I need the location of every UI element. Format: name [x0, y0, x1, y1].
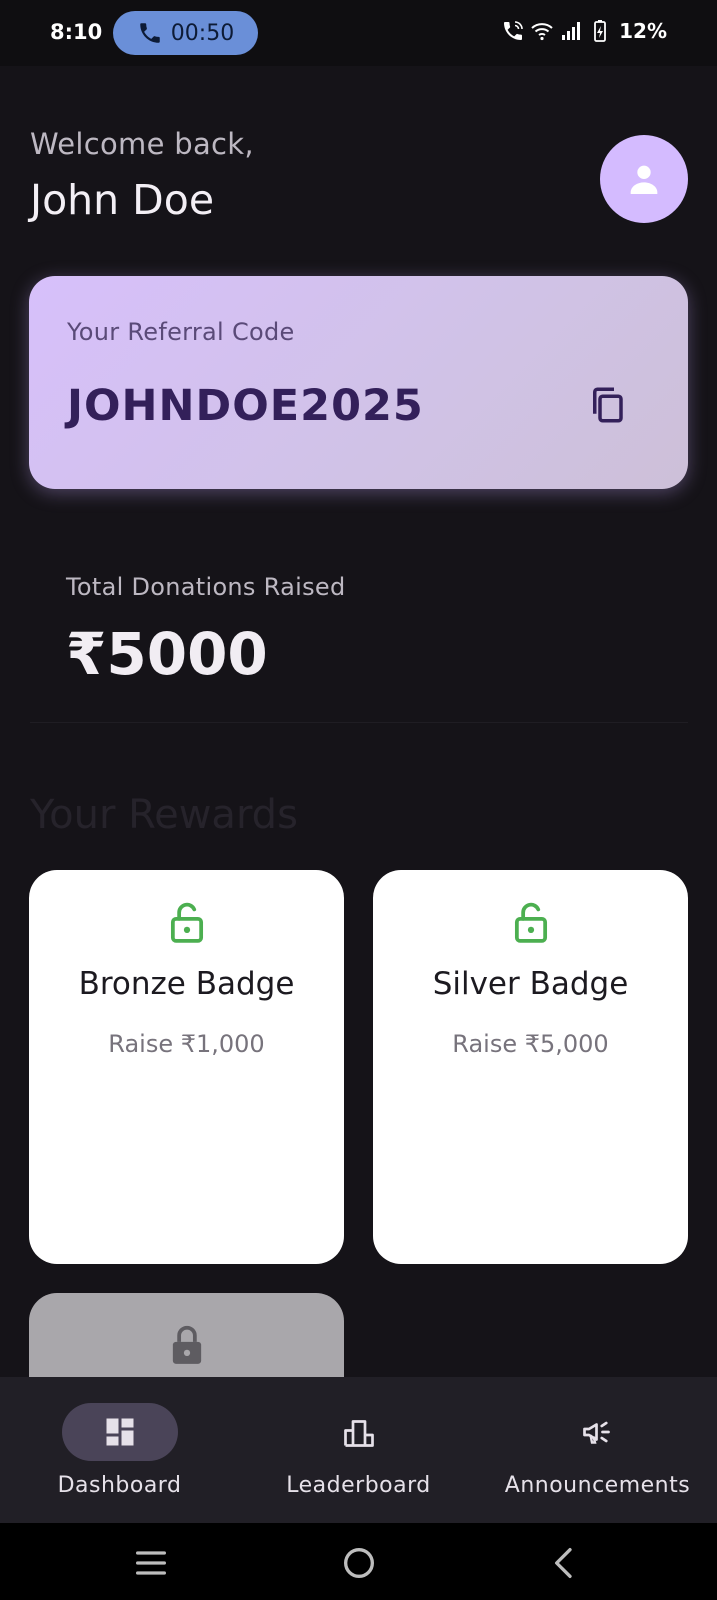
dashboard-icon: [106, 1418, 133, 1446]
referral-code: JOHNDOE2025: [67, 381, 424, 431]
status-icons: 12%: [501, 19, 667, 43]
call-status-icon: [504, 21, 523, 40]
battery-percentage: 12%: [619, 19, 667, 43]
back-button[interactable]: [545, 1543, 585, 1583]
donations-value: ₹5000: [66, 620, 268, 688]
nav-item-dashboard[interactable]: Dashboard: [0, 1377, 239, 1523]
lock-open-icon: [512, 900, 550, 944]
nav-indicator: [61, 1403, 178, 1461]
campaign-icon: [582, 1421, 610, 1444]
status-bar: 8:10 00:50 12%: [0, 0, 717, 66]
system-navigation-bar: [0, 1523, 717, 1600]
copy-icon: [593, 387, 623, 423]
badge-goal: Raise ₹5,000: [452, 1030, 609, 1058]
nav-label: Announcements: [504, 1473, 691, 1498]
lock-open-icon: [168, 900, 206, 944]
divider: [30, 722, 688, 723]
referral-label: Your Referral Code: [67, 318, 295, 346]
bottom-navigation: Dashboard Leaderboard Announcements: [0, 1377, 717, 1523]
copy-code-button[interactable]: [584, 382, 630, 428]
user-name: John Doe: [30, 176, 215, 224]
rewards-title: Your Rewards: [30, 792, 298, 838]
leaderboard-icon: [343, 1420, 374, 1447]
status-time: 8:10: [50, 20, 103, 44]
donations-label: Total Donations Raised: [66, 573, 346, 601]
reward-card-bronze[interactable]: Bronze Badge Raise ₹1,000: [29, 870, 344, 1264]
person-icon: [630, 165, 658, 194]
signal-icon: [562, 22, 581, 40]
ongoing-call-chip[interactable]: 00:50: [113, 11, 258, 55]
home-icon: [344, 1548, 374, 1578]
badge-goal: Raise ₹1,000: [108, 1030, 265, 1058]
recents-icon: [136, 1551, 166, 1575]
badge-name: Silver Badge: [432, 966, 629, 1002]
call-duration: 00:50: [170, 20, 235, 46]
back-icon: [555, 1548, 572, 1578]
profile-avatar-button[interactable]: [600, 135, 688, 223]
lock-icon: [168, 1323, 206, 1367]
nav-item-leaderboard[interactable]: Leaderboard: [239, 1377, 478, 1523]
welcome-text: Welcome back,: [30, 127, 254, 161]
nav-item-announcements[interactable]: Announcements: [478, 1377, 717, 1523]
wifi-icon: [531, 23, 553, 41]
battery-charging-icon: [594, 20, 607, 42]
phone-icon: [140, 23, 160, 43]
nav-label: Leaderboard: [286, 1473, 431, 1498]
home-button[interactable]: [339, 1543, 379, 1583]
recents-button[interactable]: [131, 1543, 171, 1583]
referral-card: Your Referral Code JOHNDOE2025: [29, 276, 688, 489]
reward-card-silver[interactable]: Silver Badge Raise ₹5,000: [373, 870, 688, 1264]
badge-name: Bronze Badge: [78, 966, 295, 1002]
nav-label: Dashboard: [57, 1473, 182, 1498]
